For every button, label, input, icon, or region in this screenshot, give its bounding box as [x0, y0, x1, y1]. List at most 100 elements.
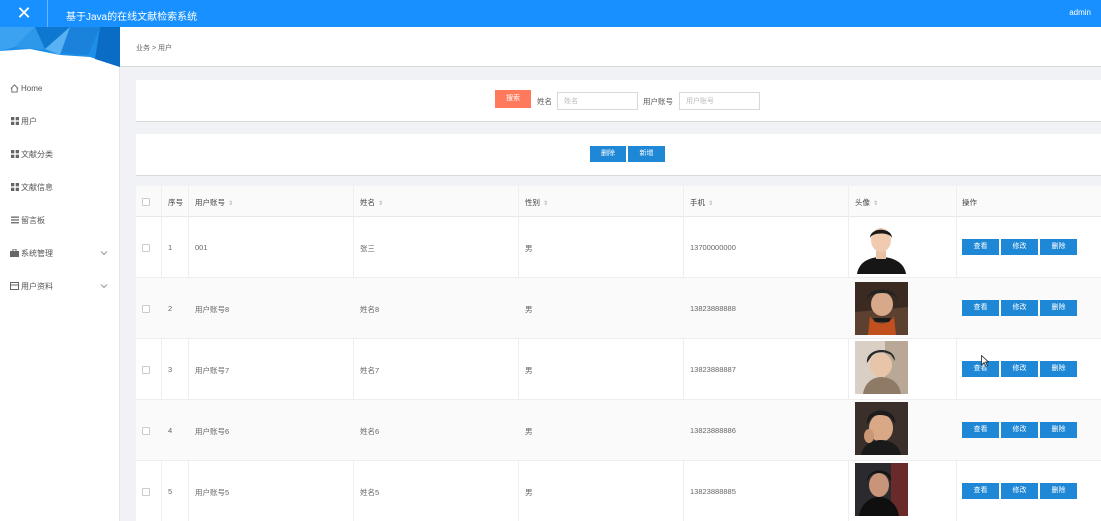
- sort-icon[interactable]: ⇕: [228, 201, 233, 207]
- sidebar-item-system-management[interactable]: 系统管理: [0, 242, 120, 264]
- list-icon: [10, 216, 19, 225]
- column-header-gender[interactable]: 性别 ⇕: [525, 197, 548, 208]
- row-checkbox[interactable]: [142, 244, 150, 252]
- sidebar-item-users[interactable]: 用户: [0, 110, 120, 132]
- cell-account: 用户账号5: [195, 488, 230, 497]
- sort-icon[interactable]: ⇕: [708, 201, 713, 207]
- cell-phone: 13823888888: [690, 304, 736, 313]
- name-label: 姓名: [537, 97, 552, 106]
- delete-button[interactable]: 删除: [1040, 483, 1077, 499]
- row-checkbox[interactable]: [142, 488, 150, 496]
- search-button[interactable]: 搜索: [495, 90, 531, 108]
- cell-name: 姓名7: [360, 366, 380, 375]
- sort-icon[interactable]: ⇕: [378, 201, 383, 207]
- delete-button[interactable]: 删除: [1040, 361, 1077, 377]
- cell-gender: 男: [525, 366, 533, 375]
- sidebar-item-user-profile[interactable]: 用户资料: [0, 275, 120, 297]
- column-header-label: 用户账号: [195, 198, 225, 207]
- cell-phone: 13823888886: [690, 426, 736, 435]
- sidebar: Home 用户 文献分类 文献信息 留言板 系统管理 用户资料: [0, 27, 120, 521]
- top-bar: ✕ 基于Java的在线文献检索系统 admin: [0, 0, 1101, 27]
- avatar: [855, 282, 908, 335]
- avatar: [855, 341, 908, 394]
- column-header-account[interactable]: 用户账号 ⇕: [195, 197, 233, 208]
- cell-gender: 男: [525, 488, 533, 497]
- cell-name: 张三: [360, 244, 375, 253]
- column-header-label: 姓名: [360, 198, 375, 207]
- delete-button[interactable]: 删除: [1040, 239, 1077, 255]
- cell-name: 姓名8: [360, 305, 380, 314]
- add-button[interactable]: 新增: [628, 146, 665, 162]
- cell-index: 3: [168, 365, 173, 374]
- sidebar-item-doc-category[interactable]: 文献分类: [0, 143, 120, 165]
- sidebar-item-doc-info[interactable]: 文献信息: [0, 176, 120, 198]
- cell-gender: 男: [525, 305, 533, 314]
- sort-icon[interactable]: ⇕: [873, 201, 878, 207]
- edit-button[interactable]: 修改: [1001, 483, 1038, 499]
- row-checkbox[interactable]: [142, 427, 150, 435]
- chevron-down-icon: [100, 251, 108, 256]
- delete-button[interactable]: 删除: [1040, 422, 1077, 438]
- view-button[interactable]: 查看: [962, 239, 999, 255]
- sidebar-item-label: 留言板: [21, 215, 45, 225]
- row-checkbox[interactable]: [142, 366, 150, 374]
- grid-icon: [10, 150, 19, 159]
- name-search-input[interactable]: [557, 92, 638, 110]
- column-header-avatar[interactable]: 头像 ⇕: [855, 197, 878, 208]
- chevron-down-icon: [100, 284, 108, 289]
- table-row: 4 用户账号6 姓名6 男 13823888886 查看 修改 删除: [136, 400, 1101, 461]
- cell-index: 4: [168, 426, 173, 435]
- edit-button[interactable]: 修改: [1001, 361, 1038, 377]
- sort-icon[interactable]: ⇕: [543, 201, 548, 207]
- view-button[interactable]: 查看: [962, 483, 999, 499]
- header-divider: [47, 0, 48, 27]
- cell-gender: 男: [525, 244, 533, 253]
- mouse-cursor-icon: [981, 355, 989, 367]
- column-header-name[interactable]: 姓名 ⇕: [360, 197, 383, 208]
- table-row: 5 用户账号5 姓名5 男 13823888885 查看 修改 删除: [136, 461, 1101, 521]
- grid-icon: [10, 117, 19, 126]
- select-all-checkbox[interactable]: [142, 198, 150, 206]
- card-icon: [10, 282, 19, 291]
- sidebar-item-label: 文献信息: [21, 182, 53, 192]
- briefcase-icon: [10, 249, 19, 258]
- delete-button[interactable]: 删除: [1040, 300, 1077, 316]
- close-icon[interactable]: ✕: [15, 4, 33, 22]
- column-header-label: 头像: [855, 198, 870, 207]
- breadcrumb-bar: 业务 > 用户: [120, 27, 1101, 67]
- cell-name: 姓名6: [360, 427, 380, 436]
- cell-account: 用户账号7: [195, 366, 230, 375]
- edit-button[interactable]: 修改: [1001, 300, 1038, 316]
- account-label: 用户账号: [643, 97, 673, 106]
- column-header-phone[interactable]: 手机 ⇕: [690, 197, 713, 208]
- batch-delete-button[interactable]: 删除: [590, 146, 626, 162]
- cell-phone: 13823888885: [690, 487, 736, 496]
- view-button[interactable]: 查看: [962, 422, 999, 438]
- row-checkbox[interactable]: [142, 305, 150, 313]
- cell-name: 姓名5: [360, 488, 380, 497]
- sidebar-item-message-board[interactable]: 留言板: [0, 209, 120, 231]
- view-button[interactable]: 查看: [962, 300, 999, 316]
- sidebar-item-label: 用户: [21, 116, 37, 126]
- app-title: 基于Java的在线文献检索系统: [66, 12, 198, 23]
- edit-button[interactable]: 修改: [1001, 422, 1038, 438]
- cell-account: 001: [195, 243, 208, 252]
- cell-phone: 13700000000: [690, 243, 736, 252]
- cell-gender: 男: [525, 427, 533, 436]
- cell-index: 1: [168, 243, 173, 252]
- search-panel: 搜索 姓名 用户账号: [136, 80, 1101, 122]
- home-icon: [10, 83, 19, 93]
- cell-index: 2: [168, 304, 173, 313]
- sidebar-item-label: 文献分类: [21, 149, 53, 159]
- user-table: 序号 用户账号 ⇕ 姓名 ⇕ 性别 ⇕ 手机 ⇕ 头像 ⇕ 操作 1 001 张三 男 1…: [136, 186, 1101, 521]
- grid-icon: [10, 183, 19, 192]
- edit-button[interactable]: 修改: [1001, 239, 1038, 255]
- user-name[interactable]: admin: [1069, 8, 1091, 17]
- cell-index: 5: [168, 487, 173, 496]
- account-search-input[interactable]: [679, 92, 760, 110]
- column-header-index: 序号: [168, 198, 183, 207]
- sidebar-item-label: Home: [21, 83, 43, 93]
- cell-phone: 13823888887: [690, 365, 736, 374]
- sidebar-item-home[interactable]: Home: [0, 77, 120, 99]
- table-row: 1 001 张三 男 13700000000 查看 修改 删除: [136, 217, 1101, 278]
